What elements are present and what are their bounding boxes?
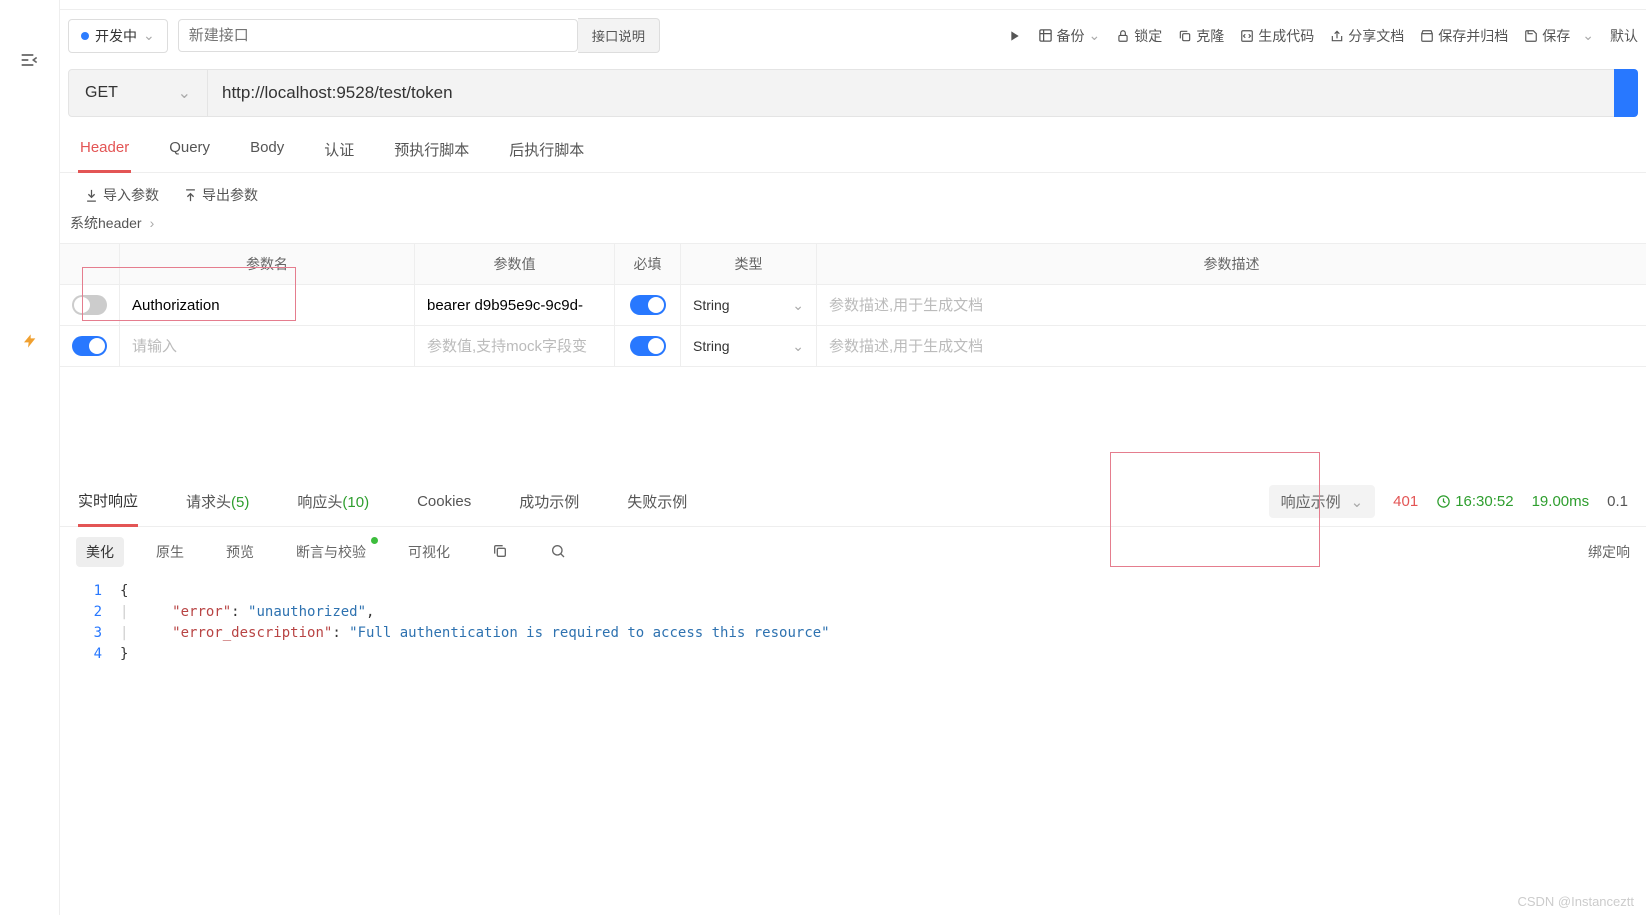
left-sidebar (0, 0, 60, 915)
required-toggle[interactable] (630, 295, 666, 315)
table-row: String⌄ (60, 285, 1646, 326)
default-label: 默认 (1610, 26, 1638, 46)
chevron-down-icon: ⌄ (1089, 27, 1101, 44)
clone-button[interactable]: 克隆 (1178, 26, 1224, 46)
lightning-icon[interactable] (22, 333, 38, 352)
param-name-input[interactable] (132, 297, 402, 314)
run-button[interactable] (1006, 28, 1022, 44)
tab-cookies[interactable]: Cookies (417, 480, 471, 523)
import-params-button[interactable]: 导入参数 (84, 185, 159, 205)
col-header-required: 必填 (615, 244, 681, 284)
response-size: 0.1 (1607, 493, 1628, 510)
sharedoc-button[interactable]: 分享文档 (1330, 26, 1404, 46)
response-tabs: 实时响应 请求头(5) 响应头(10) Cookies 成功示例 失败示例 响应… (60, 477, 1646, 527)
tab-realtime-response[interactable]: 实时响应 (78, 477, 138, 527)
tab-request-headers[interactable]: 请求头(5) (186, 478, 249, 525)
format-preview-button[interactable]: 预览 (216, 537, 264, 567)
api-description-button[interactable]: 接口说明 (578, 18, 660, 53)
archive-button[interactable]: 保存并归档 (1420, 26, 1508, 46)
param-value-input[interactable] (427, 338, 602, 355)
response-time: 16:30:52 (1436, 493, 1513, 510)
format-visual-button[interactable]: 可视化 (398, 537, 460, 567)
tab-success-example[interactable]: 成功示例 (519, 478, 579, 525)
type-select[interactable]: String⌄ (693, 297, 804, 314)
param-value-input[interactable] (427, 297, 602, 314)
export-params-button[interactable]: 导出参数 (183, 185, 258, 205)
chevron-down-icon: ⌄ (1582, 27, 1594, 44)
send-button[interactable] (1614, 69, 1638, 117)
code-content[interactable]: { | "error": "unauthorized", | "error_de… (120, 581, 830, 665)
type-select[interactable]: String⌄ (693, 338, 804, 355)
col-header-desc: 参数描述 (817, 244, 1646, 284)
window-tabs (60, 0, 1646, 10)
tab-fail-example[interactable]: 失败示例 (627, 478, 687, 525)
chevron-down-icon: ⌄ (143, 27, 155, 44)
table-row: String⌄ (60, 326, 1646, 367)
watermark: CSDN @Instanceztt (1517, 894, 1634, 909)
save-button[interactable]: 保存 ⌄ (1524, 26, 1594, 46)
chevron-down-icon: ⌄ (792, 297, 804, 314)
enable-toggle[interactable] (72, 336, 107, 356)
backup-button[interactable]: 备份 ⌄ (1038, 26, 1101, 46)
tab-response-headers[interactable]: 响应头(10) (297, 478, 369, 525)
chevron-down-icon: ⌄ (178, 83, 191, 103)
tab-header[interactable]: Header (78, 127, 131, 173)
top-toolbar: 开发中 ⌄ 接口说明 备份 ⌄ 锁定 (60, 10, 1646, 61)
api-name-input[interactable] (178, 19, 578, 52)
col-header-value: 参数值 (415, 244, 615, 284)
response-duration: 19.00ms (1532, 493, 1590, 510)
tab-postscript[interactable]: 后执行脚本 (507, 127, 586, 172)
menu-collapse-icon[interactable] (20, 50, 40, 73)
gencode-button[interactable]: 生成代码 (1240, 26, 1314, 46)
status-dropdown[interactable]: 开发中 ⌄ (68, 19, 168, 53)
format-pretty-button[interactable]: 美化 (76, 537, 124, 567)
status-label: 开发中 (95, 26, 137, 46)
badge-dot-icon (371, 537, 378, 544)
chevron-right-icon: › (150, 215, 155, 231)
format-raw-button[interactable]: 原生 (146, 537, 194, 567)
required-toggle[interactable] (630, 336, 666, 356)
col-header-type: 类型 (681, 244, 817, 284)
status-code: 401 (1393, 493, 1418, 510)
tab-prescript[interactable]: 预执行脚本 (392, 127, 471, 172)
param-name-input[interactable] (132, 338, 402, 355)
request-tabs: Header Query Body 认证 预执行脚本 后执行脚本 (60, 127, 1646, 173)
chevron-down-icon: ⌄ (1351, 493, 1364, 511)
method-select[interactable]: GET ⌄ (68, 69, 208, 117)
header-params-table: 参数名 参数值 必填 类型 参数描述 String⌄ String⌄ (60, 243, 1646, 367)
url-input[interactable] (208, 69, 1614, 117)
response-body: 1 2 3 4 { | "error": "unauthorized", | "… (60, 577, 1646, 669)
bind-response-button[interactable]: 绑定响 (1588, 542, 1630, 562)
enable-toggle[interactable] (72, 295, 107, 315)
copy-icon[interactable] (482, 538, 518, 567)
format-assert-button[interactable]: 断言与校验 (286, 537, 376, 567)
system-header-toggle[interactable]: 系统header › (60, 211, 1646, 243)
status-dot-icon (81, 32, 89, 40)
search-icon[interactable] (540, 538, 576, 567)
response-example-select[interactable]: 响应示例 ⌄ (1269, 485, 1376, 518)
col-header-name: 参数名 (120, 244, 415, 284)
param-desc-input[interactable] (829, 297, 1634, 314)
chevron-down-icon: ⌄ (792, 338, 804, 355)
tab-body[interactable]: Body (248, 127, 286, 172)
param-desc-input[interactable] (829, 338, 1634, 355)
tab-query[interactable]: Query (167, 127, 212, 172)
line-gutter: 1 2 3 4 (60, 581, 120, 665)
tab-auth[interactable]: 认证 (322, 127, 356, 172)
lock-button[interactable]: 锁定 (1116, 26, 1162, 46)
